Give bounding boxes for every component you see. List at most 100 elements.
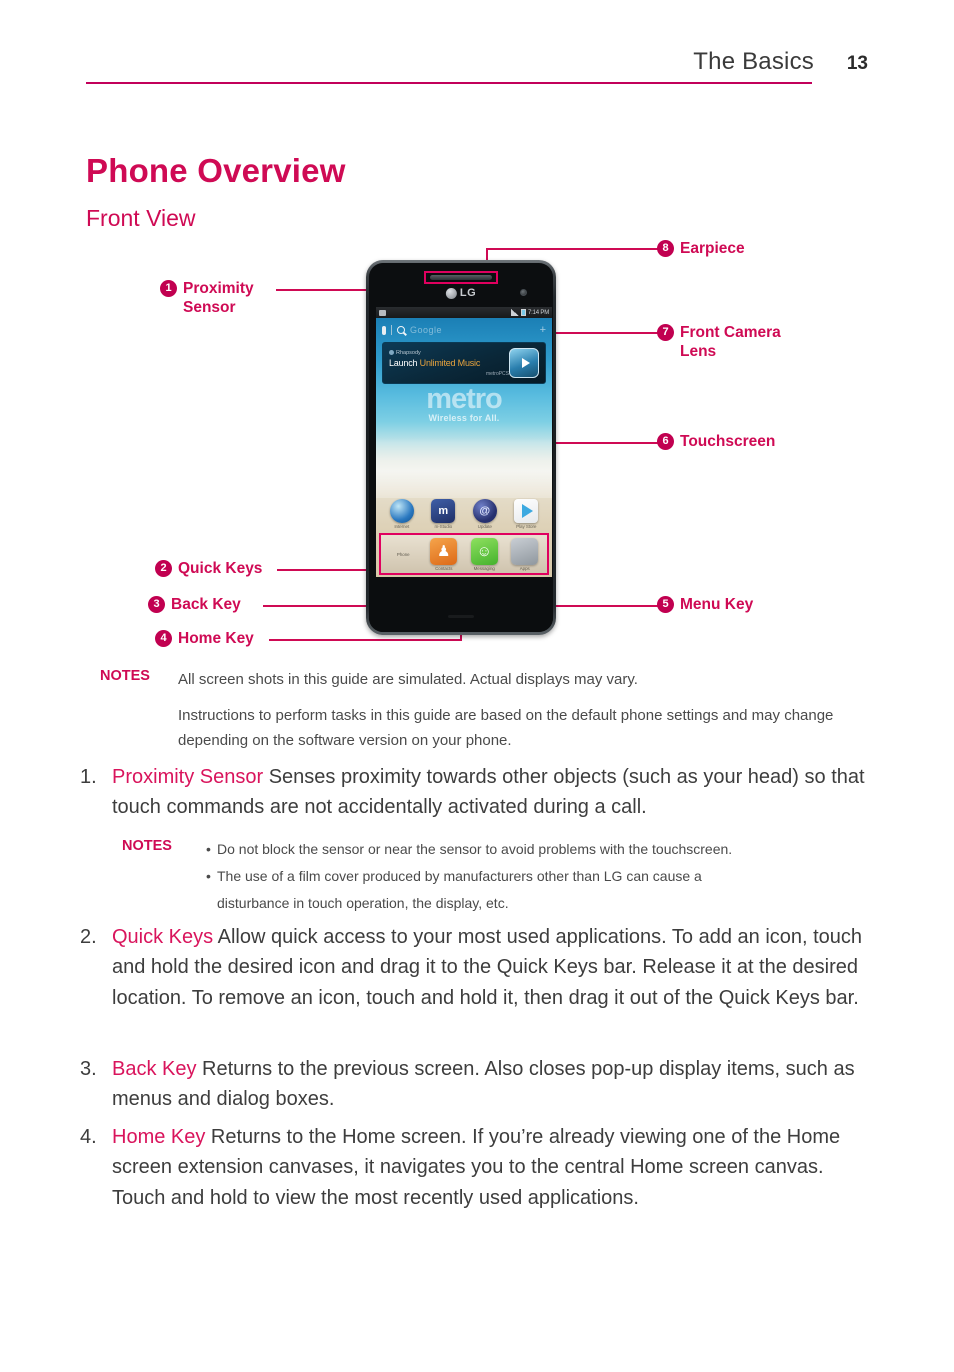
app-label: Update [477, 524, 492, 529]
callout-label-line2: Sensor [183, 299, 236, 317]
quick-key-label: Phone [396, 552, 410, 557]
touchscreen[interactable]: 7:14 PM Google + Rhapsody Launch Unlimit… [376, 307, 552, 577]
app-shortcut-play-store[interactable]: Play Store [509, 499, 543, 529]
mstudio-icon: m [431, 499, 456, 523]
list-term: Back Key [112, 1058, 197, 1080]
banner-brand-label: Rhapsody [396, 349, 421, 356]
notes-block-proximity: NOTES Do not block the sensor or near th… [122, 838, 892, 914]
callout-badge: 8 [657, 240, 674, 257]
phone-illustration: LG 7:14 PM Google + Rhapsody Launch Unli… [366, 260, 556, 635]
callout-badge: 5 [657, 596, 674, 613]
rhapsody-banner-widget[interactable]: Rhapsody Launch Unlimited Music metroPCS [382, 342, 546, 384]
leader-line-quickkeys-h [277, 569, 376, 571]
callout-label-line2: Lens [680, 343, 717, 361]
lg-wordmark: LG [459, 287, 477, 299]
search-divider [391, 325, 392, 335]
callout-badge: 6 [657, 433, 674, 450]
quick-key-contacts[interactable]: ♟ Contacts [428, 537, 460, 571]
play-store-icon [514, 499, 539, 523]
notes-body: All screen shots in this guide are simul… [178, 668, 878, 753]
app-shortcut-internet[interactable]: Internet [385, 499, 419, 529]
quick-key-messaging[interactable]: ☺ Messaging [468, 537, 500, 571]
wallpaper-branding: metro Wireless for All. [376, 383, 552, 424]
list-item-back-key: 3. Back Key Returns to the previous scre… [80, 1054, 870, 1115]
list-number: 3. [80, 1058, 97, 1080]
list-text: Quick Keys Allow quick access to your mo… [112, 922, 870, 1013]
notes-paragraph: All screen shots in this guide are simul… [178, 671, 638, 688]
list-description: Returns to the previous screen. Also clo… [112, 1058, 855, 1111]
app-label: m-Studio [434, 524, 453, 529]
callout-label: Home Key [178, 630, 254, 647]
google-search-widget[interactable]: Google + [376, 321, 552, 339]
earpiece-highlight-box [424, 271, 498, 284]
list-term: Proximity Sensor [112, 766, 264, 788]
header-row: The Basics 13 [86, 48, 868, 82]
list-item-home-key: 4. Home Key Returns to the Home screen. … [80, 1122, 870, 1213]
app-label: Play Store [516, 524, 537, 529]
header-divider [86, 82, 812, 84]
battery-icon [521, 309, 527, 316]
callout-label: Proximity Sensor [183, 279, 254, 318]
browser-icon [389, 499, 414, 523]
callout-badge: 1 [160, 280, 177, 297]
list-text: Proximity Sensor Senses proximity toward… [112, 762, 880, 823]
search-hint-label: Google [410, 325, 443, 335]
notes-body: Do not block the sensor or near the sens… [206, 838, 878, 914]
callout-label: Earpiece [680, 240, 745, 257]
app-label: Internet [394, 524, 410, 529]
quick-key-label: Apps [519, 565, 530, 571]
list-number: 2. [80, 926, 97, 948]
search-icon[interactable] [397, 326, 405, 334]
list-description: Allow quick access to your most used app… [112, 926, 863, 1009]
rhapsody-icon [389, 350, 394, 355]
notes-bullet: Do not block the sensor or near the sens… [206, 838, 878, 860]
callout-front-camera-lens: 7 Front Camera Lens [657, 323, 781, 362]
quick-key-label: Contacts [435, 565, 453, 571]
quick-key-phone[interactable]: ✆ Phone [387, 551, 419, 557]
add-widget-icon[interactable]: + [540, 324, 546, 336]
notes-bullet: The use of a film cover produced by manu… [206, 865, 878, 887]
status-bar-left [379, 309, 386, 316]
quick-keys-bar[interactable]: ✆ Phone ♟ Contacts ☺ Messaging [379, 533, 549, 575]
lg-logo: LG [445, 287, 477, 299]
leader-line-earpiece-h [486, 248, 668, 250]
banner-text-group: Rhapsody Launch Unlimited Music metroPCS [389, 350, 509, 377]
quick-key-label: Messaging [473, 565, 495, 571]
banner-headline-highlight: Unlimited Music [419, 357, 481, 368]
home-key[interactable] [448, 615, 474, 618]
list-term: Quick Keys [112, 926, 214, 948]
front-camera-lens [520, 289, 527, 296]
callout-label-line1: Proximity [183, 280, 254, 297]
notes-label: NOTES [122, 838, 172, 854]
callout-label: Front Camera Lens [680, 323, 781, 362]
callout-quick-keys: 2 Quick Keys [155, 559, 262, 578]
notes-paragraph: Instructions to perform tasks in this gu… [178, 707, 834, 749]
list-item-quick-keys: 2. Quick Keys Allow quick access to your… [80, 922, 870, 1013]
app-shortcut-update[interactable]: @ Update [468, 499, 502, 529]
phone-body: LG 7:14 PM Google + Rhapsody Launch Unli… [369, 263, 553, 632]
microphone-icon[interactable] [382, 325, 386, 335]
callout-proximity-sensor: 1 Proximity Sensor [160, 279, 254, 318]
page-number: 13 [846, 53, 868, 74]
callout-badge: 2 [155, 560, 172, 577]
leader-line-homekey-h [269, 639, 462, 641]
notification-icon [379, 309, 386, 316]
wallpaper-wordmark: metro [426, 383, 503, 415]
section-subtitle: Front View [86, 205, 196, 231]
play-button-icon[interactable] [509, 348, 539, 378]
status-bar: 7:14 PM [376, 307, 552, 318]
update-icon: @ [472, 499, 497, 523]
list-number: 4. [80, 1126, 97, 1148]
callout-label: Touchscreen [680, 433, 776, 450]
status-time: 7:14 PM [528, 309, 549, 316]
quick-key-apps[interactable]: Apps [509, 537, 541, 571]
callout-label-line1: Front Camera [680, 324, 781, 341]
hardware-key-area [369, 577, 553, 632]
callout-label: Menu Key [680, 596, 754, 613]
wallpaper-tagline: Wireless for All. [428, 413, 500, 424]
notes-block-top: NOTES All screen shots in this guide are… [100, 668, 890, 753]
list-term: Home Key [112, 1126, 206, 1148]
callout-label: Quick Keys [178, 560, 263, 577]
app-shortcut-mstudio[interactable]: m m-Studio [426, 499, 460, 529]
signal-icon [511, 309, 520, 316]
